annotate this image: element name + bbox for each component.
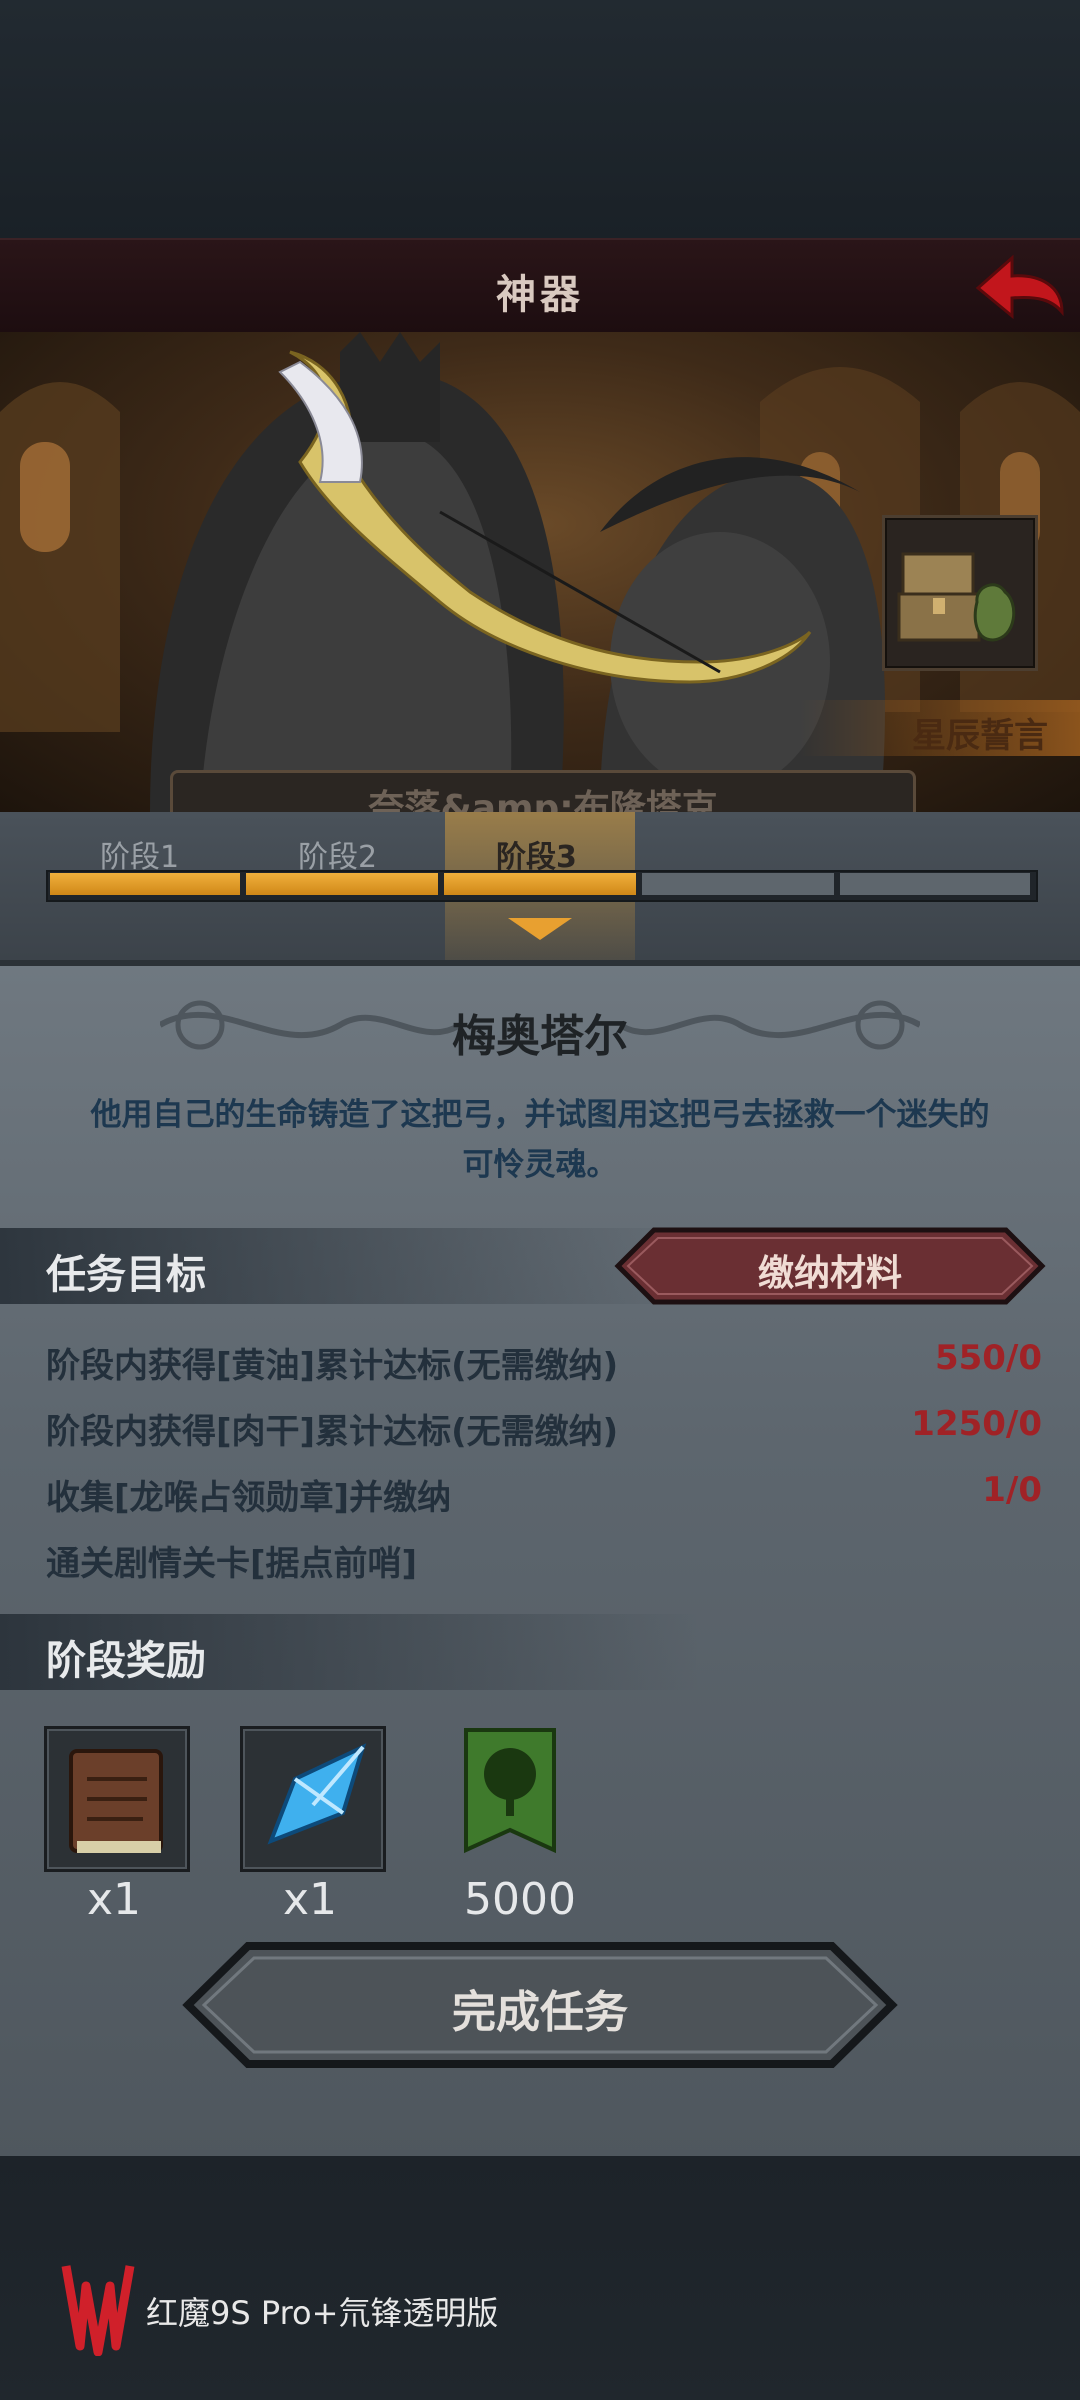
top-background bbox=[0, 0, 1080, 238]
device-watermark: 红魔9S Pro+氘锋透明版 bbox=[146, 2294, 499, 2332]
star-oath-banner[interactable]: 星辰誓言 bbox=[800, 700, 1080, 756]
crystal-icon bbox=[267, 1743, 367, 1845]
submit-materials-label: 缴纳材料 bbox=[757, 1253, 902, 1294]
task-item: 阶段内获得[黄油]累计达标(无需缴纳) bbox=[46, 1346, 619, 1386]
progress-segment bbox=[642, 873, 834, 895]
chest-icon bbox=[897, 552, 1016, 642]
reward-guild-points[interactable] bbox=[460, 1726, 560, 1866]
task-item: 通关剧情关卡[据点前哨] bbox=[46, 1544, 418, 1584]
complete-task-button[interactable]: 完成任务 bbox=[182, 1940, 898, 2070]
reward-section-title: 阶段奖励 bbox=[46, 1638, 206, 1684]
description-line-2: 可怜灵魂。 bbox=[462, 1147, 618, 1183]
star-oath-label: 星辰誓言 bbox=[912, 716, 1048, 756]
task-item: 阶段内获得[肉干]累计达标(无需缴纳) bbox=[46, 1412, 619, 1452]
task-progress: 1250/0 bbox=[911, 1404, 1042, 1444]
book-icon bbox=[69, 1749, 163, 1853]
progress-segment bbox=[840, 873, 1030, 895]
title-bar: 神器 bbox=[0, 238, 1080, 334]
treasure-chest-button[interactable] bbox=[882, 515, 1038, 671]
artifact-name: 梅奥塔尔 bbox=[452, 1011, 628, 1062]
reward-count: 5000 bbox=[464, 1874, 576, 1925]
back-arrow-icon[interactable] bbox=[970, 246, 1070, 326]
page-title: 神器 bbox=[496, 272, 584, 318]
task-section-title: 任务目标 bbox=[46, 1252, 206, 1298]
reward-count: x1 bbox=[282, 1874, 338, 1925]
reward-count: x1 bbox=[86, 1874, 142, 1925]
submit-materials-button[interactable]: 缴纳材料 bbox=[614, 1226, 1046, 1306]
complete-task-label: 完成任务 bbox=[452, 1987, 628, 2038]
task-progress: 1/0 bbox=[982, 1470, 1042, 1510]
description-line-1: 他用自己的生命铸造了这把弓，并试图用这把弓去拯救一个迷失的 bbox=[90, 1097, 990, 1133]
tree-banner-icon bbox=[464, 1728, 556, 1854]
progress-segment bbox=[50, 873, 240, 895]
artifact-description: 他用自己的生命铸造了这把弓，并试图用这把弓去拯救一个迷失的 可怜灵魂。 bbox=[40, 1090, 1040, 1190]
bottom-background bbox=[0, 2156, 1080, 2400]
task-item: 收集[龙喉占领勋章]并缴纳 bbox=[46, 1478, 452, 1518]
stage-indicator-arrow bbox=[508, 918, 572, 940]
progress-segment bbox=[444, 873, 636, 895]
progress-segment bbox=[246, 873, 438, 895]
task-progress: 550/0 bbox=[934, 1338, 1042, 1378]
reward-crystal[interactable] bbox=[240, 1726, 386, 1872]
reward-book[interactable] bbox=[44, 1726, 190, 1872]
red-magic-logo-icon bbox=[61, 2265, 135, 2356]
